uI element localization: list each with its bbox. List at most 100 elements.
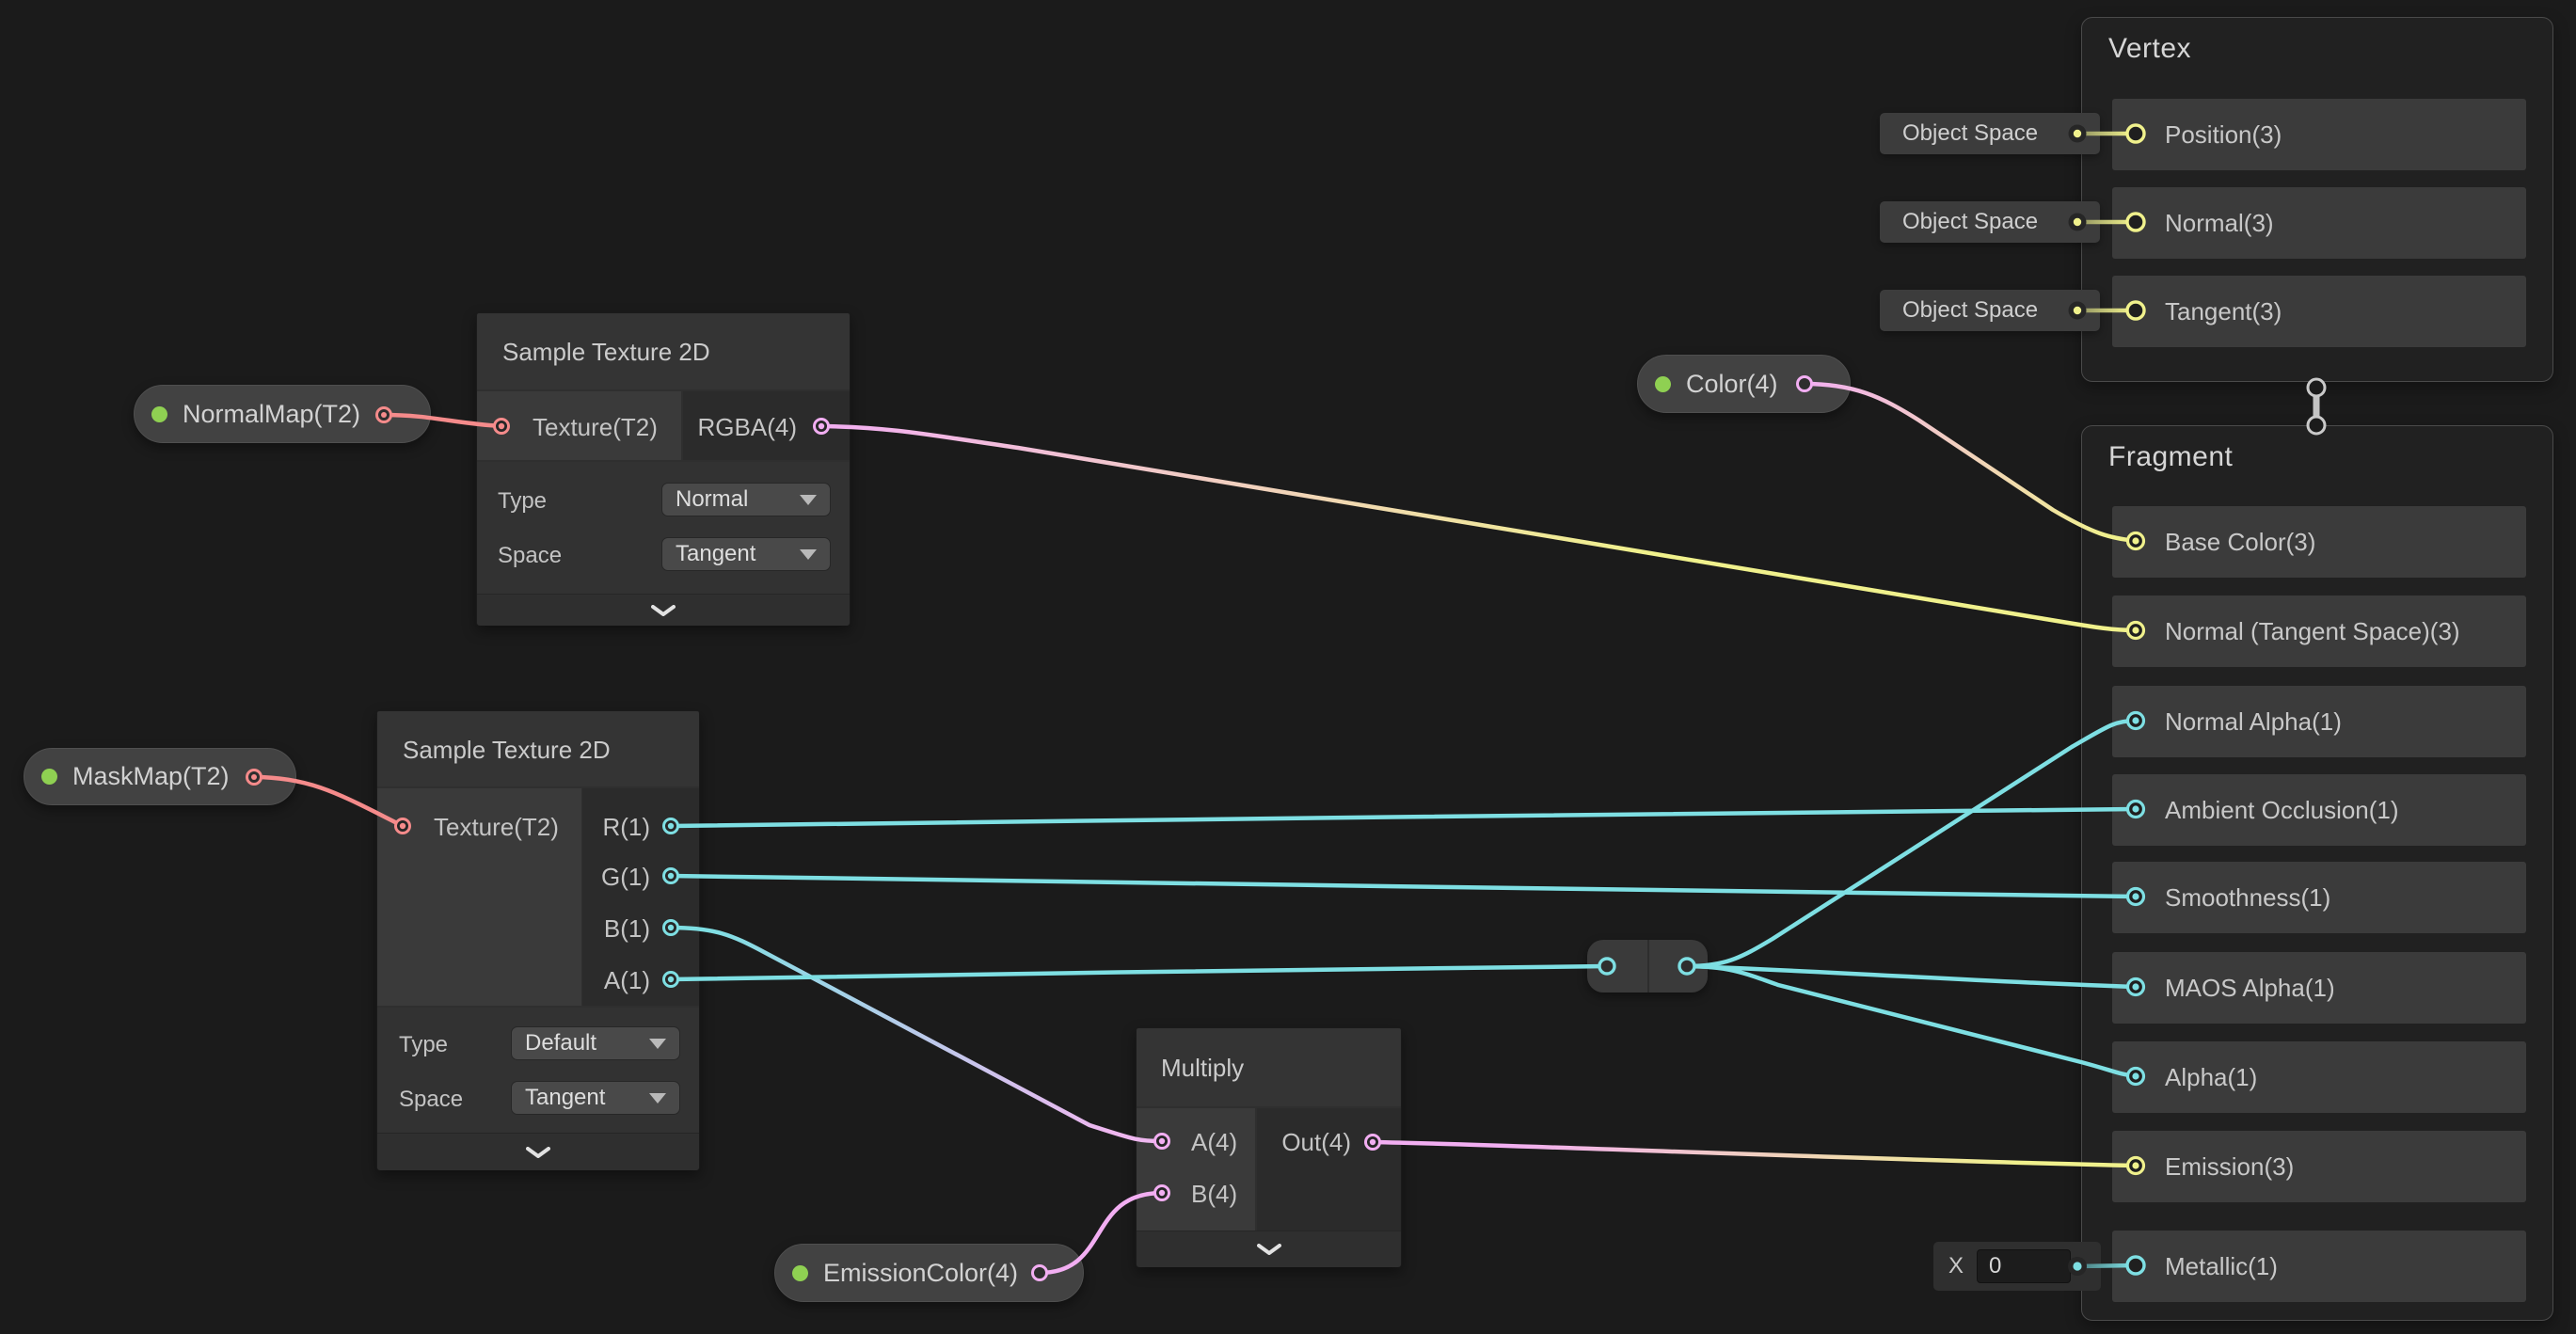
output-section xyxy=(1257,1108,1401,1231)
st2d-mask-a-port[interactable] xyxy=(664,973,678,987)
block-label-normal-tangent-space: Normal (Tangent Space)(3) xyxy=(2165,617,2460,646)
node-header[interactable]: Sample Texture 2D xyxy=(377,711,699,786)
block-row-tangent[interactable]: Tangent(3) xyxy=(2112,276,2526,347)
normalmap-pill-port[interactable] xyxy=(377,408,391,422)
block-label-tangent: Tangent(3) xyxy=(2165,297,2282,326)
fragment-port-normal-tangent-space[interactable] xyxy=(2128,623,2144,639)
dropdown-arrow-icon xyxy=(649,1039,666,1049)
multiply-node[interactable]: Multiply A(4) B(4) Out(4) xyxy=(1136,1027,1402,1267)
metallic-default-widget: X xyxy=(1933,1242,2101,1291)
st2d-mask-r-port[interactable] xyxy=(664,819,678,834)
type-dropdown[interactable]: Normal xyxy=(661,483,831,516)
texture-input-label: Texture(T2) xyxy=(533,413,658,442)
fragment-context-node[interactable]: Fragment Base Color(3) Normal (Tangent S… xyxy=(2081,425,2553,1321)
wire-b-to-multiply-a[interactable] xyxy=(671,928,1162,1141)
texture-input-label: Texture(T2) xyxy=(434,813,559,842)
vertex-port-tangent[interactable] xyxy=(2127,302,2144,319)
wire-r-to-ambient-occlusion[interactable] xyxy=(671,809,2136,826)
node-header[interactable]: Multiply xyxy=(1137,1028,1401,1106)
fragment-port-emission[interactable] xyxy=(2128,1158,2144,1174)
block-row-ambient-occlusion[interactable]: Ambient Occlusion(1) xyxy=(2112,774,2526,846)
redirect-out-port[interactable] xyxy=(1679,959,1694,974)
redirect-in-port[interactable] xyxy=(1599,959,1614,974)
redirect-divider xyxy=(1647,940,1649,993)
type-dropdown[interactable]: Default xyxy=(511,1026,680,1060)
st2d-mask-g-port[interactable] xyxy=(664,869,678,883)
collapse-preview-button[interactable] xyxy=(1137,1231,1401,1267)
exposed-property-dot-icon xyxy=(792,1265,808,1281)
wire-g-to-smoothness[interactable] xyxy=(671,876,2136,897)
fragment-port-normal-alpha[interactable] xyxy=(2128,713,2144,729)
dropdown-arrow-icon xyxy=(800,549,817,560)
block-row-position[interactable]: Position(3) xyxy=(2112,99,2526,170)
object-space-badge-position[interactable]: Object Space xyxy=(1880,113,2100,154)
dropdown-arrow-icon xyxy=(649,1093,666,1104)
wire-redirect-to-normal-alpha[interactable] xyxy=(1687,721,2136,966)
fragment-port-base-color[interactable] xyxy=(2128,533,2144,549)
st2d-mask-b-port[interactable] xyxy=(664,921,678,935)
block-row-metallic[interactable]: Metallic(1) xyxy=(2112,1231,2526,1302)
object-space-badge-tangent[interactable]: Object Space xyxy=(1880,290,2100,331)
block-row-maos-alpha[interactable]: MAOS Alpha(1) xyxy=(2112,952,2526,1024)
type-label: Type xyxy=(399,1032,448,1058)
block-row-normal-alpha[interactable]: Normal Alpha(1) xyxy=(2112,686,2526,757)
property-label-emissioncolor: EmissionColor(4) xyxy=(823,1259,1018,1288)
sample-texture-2d-mask-node[interactable]: Sample Texture 2D Texture(T2) R(1) G(1) … xyxy=(376,710,700,1170)
g-output-label: G(1) xyxy=(601,863,650,892)
space-dropdown[interactable]: Tangent xyxy=(661,537,831,571)
block-row-smoothness[interactable]: Smoothness(1) xyxy=(2112,862,2526,933)
vertex-context-node[interactable]: Vertex Position(3) Normal(3) Tangent(3) xyxy=(2081,17,2553,382)
r-output-label: R(1) xyxy=(602,813,650,842)
dropdown-arrow-icon xyxy=(800,495,817,505)
block-label-ambient-occlusion: Ambient Occlusion(1) xyxy=(2165,796,2399,825)
color-pill-port[interactable] xyxy=(1798,377,1812,391)
fragment-port-alpha[interactable] xyxy=(2128,1069,2144,1085)
multiply-out-port[interactable] xyxy=(1366,1135,1380,1150)
block-row-alpha[interactable]: Alpha(1) xyxy=(2112,1041,2526,1113)
exposed-property-dot-icon xyxy=(41,769,57,785)
block-label-metallic: Metallic(1) xyxy=(2165,1252,2278,1281)
sample-texture-2d-normal-node[interactable]: Sample Texture 2D Texture(T2) RGBA(4) Ty… xyxy=(476,312,851,626)
block-label-position: Position(3) xyxy=(2165,120,2282,150)
block-row-normal[interactable]: Normal(3) xyxy=(2112,187,2526,259)
metallic-default-input[interactable] xyxy=(1977,1249,2071,1283)
collapse-preview-button[interactable] xyxy=(477,594,850,626)
block-label-base-color: Base Color(3) xyxy=(2165,528,2315,557)
property-label-maskmap: MaskMap(T2) xyxy=(72,762,230,791)
fragment-port-smoothness[interactable] xyxy=(2128,889,2144,905)
exposed-property-dot-icon xyxy=(151,406,167,422)
object-space-label: Object Space xyxy=(1902,209,2038,235)
object-space-badge-normal[interactable]: Object Space xyxy=(1880,201,2100,243)
collapse-preview-button[interactable] xyxy=(377,1133,699,1170)
wire-multiply-out-to-emission[interactable] xyxy=(1373,1142,2136,1166)
input-section xyxy=(1137,1108,1255,1231)
multiply-a-port[interactable] xyxy=(1155,1135,1169,1149)
space-dropdown[interactable]: Tangent xyxy=(511,1081,680,1115)
type-dropdown-value: Normal xyxy=(676,486,748,513)
block-label-emission: Emission(3) xyxy=(2165,1152,2294,1182)
node-title: Sample Texture 2D xyxy=(502,338,710,367)
wire-rgba-to-normal-tangent-space[interactable] xyxy=(821,426,2136,630)
block-row-base-color[interactable]: Base Color(3) xyxy=(2112,506,2526,578)
out-output-label: Out(4) xyxy=(1281,1128,1351,1157)
b-output-label: B(1) xyxy=(604,914,650,944)
maskmap-pill-port[interactable] xyxy=(247,770,262,785)
wire-a-to-redirect[interactable] xyxy=(671,966,1607,979)
fragment-port-metallic[interactable] xyxy=(2127,1257,2144,1274)
multiply-b-port[interactable] xyxy=(1155,1186,1169,1200)
fragment-title: Fragment xyxy=(2108,441,2233,473)
vertex-port-position[interactable] xyxy=(2127,125,2144,142)
emissioncolor-pill-port[interactable] xyxy=(1033,1266,1047,1280)
block-label-normal: Normal(3) xyxy=(2165,209,2274,238)
fragment-port-ambient-occlusion[interactable] xyxy=(2128,802,2144,818)
st2d-normal-texture-port[interactable] xyxy=(495,420,509,434)
fragment-port-maos-alpha[interactable] xyxy=(2128,979,2144,995)
shader-graph-canvas[interactable]: Vertex Position(3) Normal(3) Tangent(3) … xyxy=(0,0,2576,1334)
type-dropdown-value: Default xyxy=(525,1030,596,1056)
st2d-mask-texture-port[interactable] xyxy=(396,819,410,834)
block-row-emission[interactable]: Emission(3) xyxy=(2112,1131,2526,1202)
node-header[interactable]: Sample Texture 2D xyxy=(477,313,850,389)
vertex-port-normal[interactable] xyxy=(2127,214,2144,230)
block-row-normal-tangent-space[interactable]: Normal (Tangent Space)(3) xyxy=(2112,596,2526,667)
st2d-normal-rgba-port[interactable] xyxy=(815,420,829,434)
